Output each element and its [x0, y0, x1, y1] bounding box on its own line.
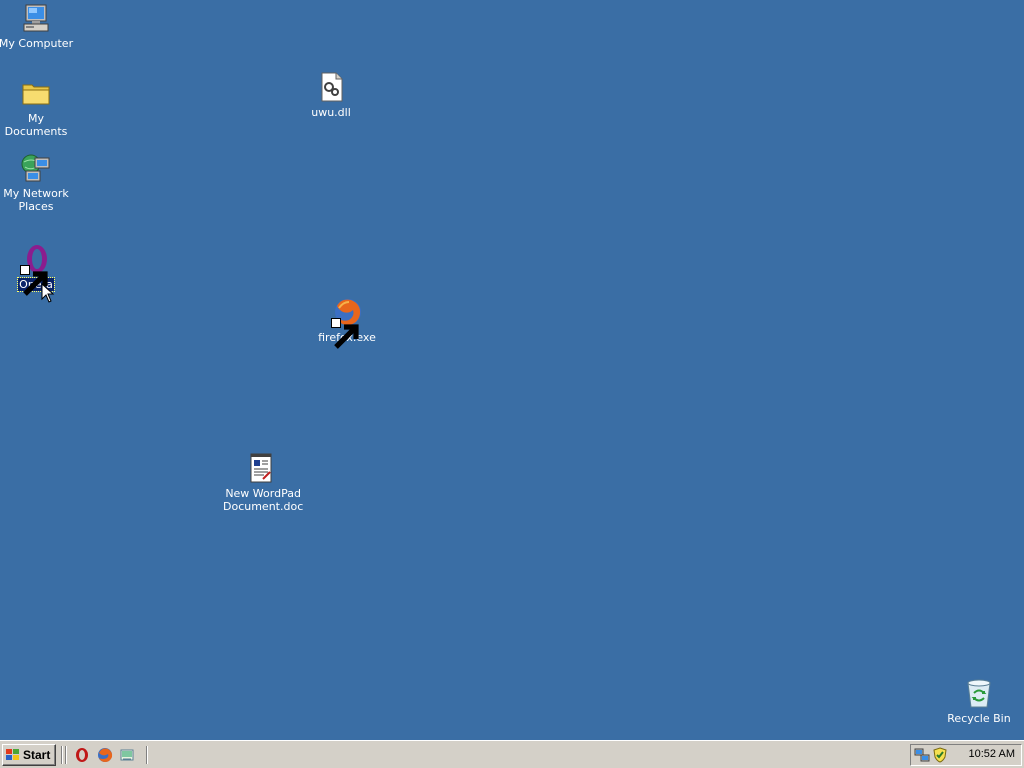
desktop-icon-opera[interactable]: Opera	[0, 243, 75, 296]
firefox-icon	[331, 296, 363, 349]
wordpad-document-icon	[245, 452, 277, 484]
taskbar-clock[interactable]: 10:52 AM	[969, 748, 1015, 760]
shortcut-arrow-icon	[331, 318, 359, 349]
computer-icon	[20, 2, 52, 34]
desktop-icon-my-computer[interactable]: My Computer	[0, 2, 75, 50]
desktop-icon-firefox[interactable]: firefox.exe	[308, 296, 386, 349]
quick-launch-firefox-icon[interactable]	[97, 747, 113, 763]
desktop-icon-wordpad-document[interactable]: New WordPad Document.doc	[222, 452, 303, 513]
desktop-icon-label: Recycle Bin	[947, 712, 1011, 725]
network-connection-icon[interactable]	[914, 747, 930, 763]
system-tray: 10:52 AM	[910, 744, 1022, 766]
taskbar: Start 10:52 AM	[0, 740, 1024, 768]
opera-icon	[20, 243, 52, 296]
desktop-icon-uwu-dll[interactable]: uwu.dll	[292, 71, 370, 119]
desktop-icon-label: New WordPad Document.doc	[223, 487, 304, 513]
desktop-icon-my-documents[interactable]: My Documents	[0, 77, 75, 138]
folder-icon	[20, 77, 52, 109]
mouse-cursor-icon	[41, 282, 55, 303]
quick-launch-opera-icon[interactable]	[74, 747, 90, 763]
taskbar-separator	[146, 746, 148, 764]
shortcut-arrow-icon	[20, 265, 48, 296]
desktop-icon-label: uwu.dll	[311, 106, 351, 119]
taskbar-separator	[61, 746, 63, 764]
desktop-icon-label: My Documents	[4, 112, 68, 138]
desktop-icon-label: My Computer	[0, 37, 74, 50]
start-button[interactable]: Start	[2, 744, 56, 766]
network-icon	[20, 152, 52, 184]
recycle-bin-icon	[963, 677, 995, 709]
taskbar-separator	[65, 746, 67, 764]
security-shield-icon[interactable]	[932, 747, 948, 763]
quick-launch-show-desktop-icon[interactable]	[119, 747, 135, 763]
desktop-icon-label: My Network Places	[3, 187, 69, 213]
desktop-icon-recycle-bin[interactable]: Recycle Bin	[940, 677, 1018, 725]
start-label: Start	[23, 748, 51, 762]
desktop-icon-my-network-places[interactable]: My Network Places	[0, 152, 75, 213]
desktop[interactable]: My Computer My Documents My Network Plac…	[0, 0, 1024, 740]
dll-file-icon	[315, 71, 347, 103]
windows-logo-icon	[5, 748, 21, 762]
